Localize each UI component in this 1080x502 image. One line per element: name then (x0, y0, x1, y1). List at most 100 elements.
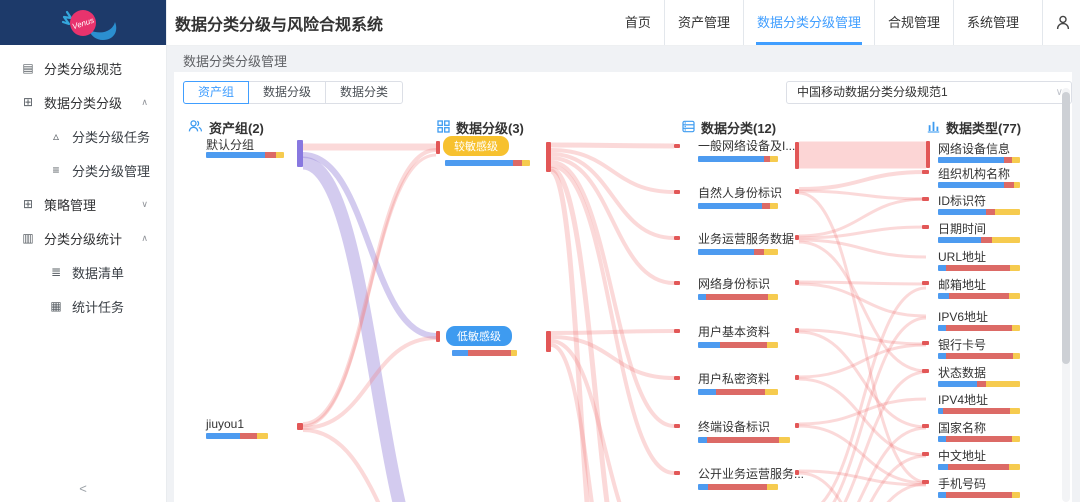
sankey-node-label[interactable]: 默认分组 (206, 136, 254, 153)
bar-segment (1012, 325, 1020, 331)
chevron-up-icon[interactable]: ∧ (141, 97, 148, 108)
column-header-label: 数据类型(77) (946, 118, 1021, 137)
user-menu[interactable] (1042, 0, 1080, 45)
sankey-node-label[interactable]: IPV6地址 (938, 308, 988, 325)
sidebar: Venus ▤分类分级规范⊞数据分类分级∧▵分类分级任务≡分类分级管理⊞策略管理… (0, 0, 167, 502)
sidebar-item-statistics[interactable]: ▥分类分级统计∧ (0, 221, 166, 255)
sankey-node-label[interactable]: 网络身份标识 (698, 275, 770, 292)
sankey-node-mark (546, 331, 551, 352)
sankey-node-label[interactable]: 银行卡号 (938, 336, 986, 353)
sankey-node-mark (922, 452, 929, 456)
sankey-node-label[interactable]: 自然人身份标识 (698, 184, 782, 201)
bar-segment (938, 293, 949, 299)
nav-item-asset-management[interactable]: 资产管理 (664, 0, 743, 45)
sankey-node-mark (795, 189, 799, 194)
sankey-node-label[interactable]: 公开业务运营服务... (698, 465, 804, 482)
sidebar-item-strategy[interactable]: ⊞策略管理∨ (0, 187, 166, 221)
spec-select[interactable]: 中国移动数据分类分级规范1 ∨ (786, 81, 1072, 104)
bar-segment (1009, 464, 1020, 470)
sankey-node-label[interactable]: 状态数据 (938, 364, 986, 381)
sidebar-item-classification-task[interactable]: ▵分类分级任务 (0, 119, 166, 153)
bar-segment (943, 408, 1010, 414)
column-header-data-categories: 数据分类(12) (682, 118, 776, 137)
sankey-node-mark (922, 281, 929, 285)
bar-segment (206, 152, 265, 158)
sankey-node-label[interactable]: 手机号码 (938, 475, 986, 492)
bar-segment (1010, 408, 1020, 414)
bar-segment (986, 209, 996, 215)
sankey-node-label[interactable]: 组织机构名称 (938, 165, 1010, 182)
sankey-node-mark (795, 328, 799, 333)
tab-data-category[interactable]: 数据分类 (325, 81, 403, 104)
bar-segment (707, 437, 779, 443)
database-icon (682, 120, 695, 136)
sidebar-item-classification-manage[interactable]: ≡分类分级管理 (0, 153, 166, 187)
top-nav: 首页资产管理数据分类分级管理合规管理系统管理 (612, 0, 1032, 45)
bar-segment (1014, 182, 1020, 188)
sankey-node-mark (297, 140, 303, 167)
spec-icon: ▤ (20, 61, 36, 75)
sidebar-item-data-classification[interactable]: ⊞数据分类分级∧ (0, 85, 166, 119)
bar-segment (946, 492, 1012, 498)
bar-segment (240, 433, 257, 439)
sankey-node-label[interactable]: ID标识符 (938, 192, 986, 209)
sankey-link (799, 191, 926, 199)
bar-segment (1012, 157, 1020, 163)
sankey-node-mark (922, 225, 929, 229)
distribution-bar (698, 389, 778, 395)
nav-item-data-classification[interactable]: 数据分类分级管理 (743, 0, 874, 45)
tab-data-level[interactable]: 数据分级 (248, 81, 326, 104)
column-header-label: 数据分类(12) (701, 118, 776, 137)
sankey-node-label[interactable]: jiuyou1 (206, 417, 244, 431)
sankey-node-label[interactable]: 终端设备标识 (698, 418, 770, 435)
chevron-up-icon[interactable]: ∧ (141, 233, 148, 244)
sankey-node-mark (922, 369, 929, 373)
sidebar-collapse-button[interactable]: < (0, 481, 166, 496)
sankey-node-label[interactable]: 中文地址 (938, 447, 986, 464)
bar-segment (706, 294, 768, 300)
chevron-down-icon[interactable]: ∨ (141, 199, 148, 210)
sankey-node-label[interactable]: 邮箱地址 (938, 276, 986, 293)
spec-select-value: 中国移动数据分类分级规范1 (797, 85, 948, 99)
sankey-node-mark (922, 480, 929, 484)
column-header-label: 资产组(2) (209, 118, 264, 137)
bar-segment (764, 249, 778, 255)
sankey-node-label[interactable]: 用户基本资料 (698, 323, 770, 340)
distribution-bar (206, 433, 268, 439)
sankey-node-label[interactable]: URL地址 (938, 248, 986, 265)
sankey-node-label[interactable]: 业务运营服务数据 (698, 230, 794, 247)
sankey-node-label[interactable]: 日期时间 (938, 220, 986, 237)
sidebar-item-stats-task[interactable]: ▦统计任务 (0, 289, 166, 323)
bar-segment (938, 381, 977, 387)
nav-item-compliance[interactable]: 合规管理 (874, 0, 953, 45)
nav-item-system[interactable]: 系统管理 (953, 0, 1032, 45)
sankey-node-label[interactable]: 一般网络设备及I... (698, 137, 795, 154)
bar-segment (986, 381, 1020, 387)
sankey-node-mark (674, 144, 680, 148)
sankey-node-label[interactable]: IPV4地址 (938, 391, 988, 408)
bar-segment (977, 381, 987, 387)
sankey-node-mark (795, 142, 799, 169)
nav-item-home[interactable]: 首页 (612, 0, 664, 45)
sankey-node-label[interactable]: 低敏感级 (446, 326, 512, 346)
bar-segment (698, 294, 706, 300)
sankey-link (799, 240, 926, 257)
scrollbar-thumb[interactable] (1062, 92, 1070, 364)
sankey-link (551, 145, 674, 146)
bar-segment (445, 160, 513, 166)
column-header-label: 数据分级(3) (456, 118, 524, 137)
distribution-bar (938, 353, 1020, 359)
tab-asset-group[interactable]: 资产组 (183, 81, 249, 104)
column-header-data-types: 数据类型(77) (927, 118, 1021, 137)
sankey-node-label[interactable]: 网络设备信息 (938, 140, 1010, 157)
sankey-node-label[interactable]: 较敏感级 (443, 136, 509, 156)
sidebar-item-classification-spec[interactable]: ▤分类分级规范 (0, 51, 166, 85)
bar-segment (767, 342, 778, 348)
sidebar-item-data-list[interactable]: ≣数据清单 (0, 255, 166, 289)
bar-segment (511, 350, 518, 356)
sankey-node-label[interactable]: 用户私密资料 (698, 370, 770, 387)
bar-segment (468, 350, 510, 356)
sankey-node-label[interactable]: 国家名称 (938, 419, 986, 436)
bar-segment (938, 353, 946, 359)
bar-segment (938, 157, 1004, 163)
